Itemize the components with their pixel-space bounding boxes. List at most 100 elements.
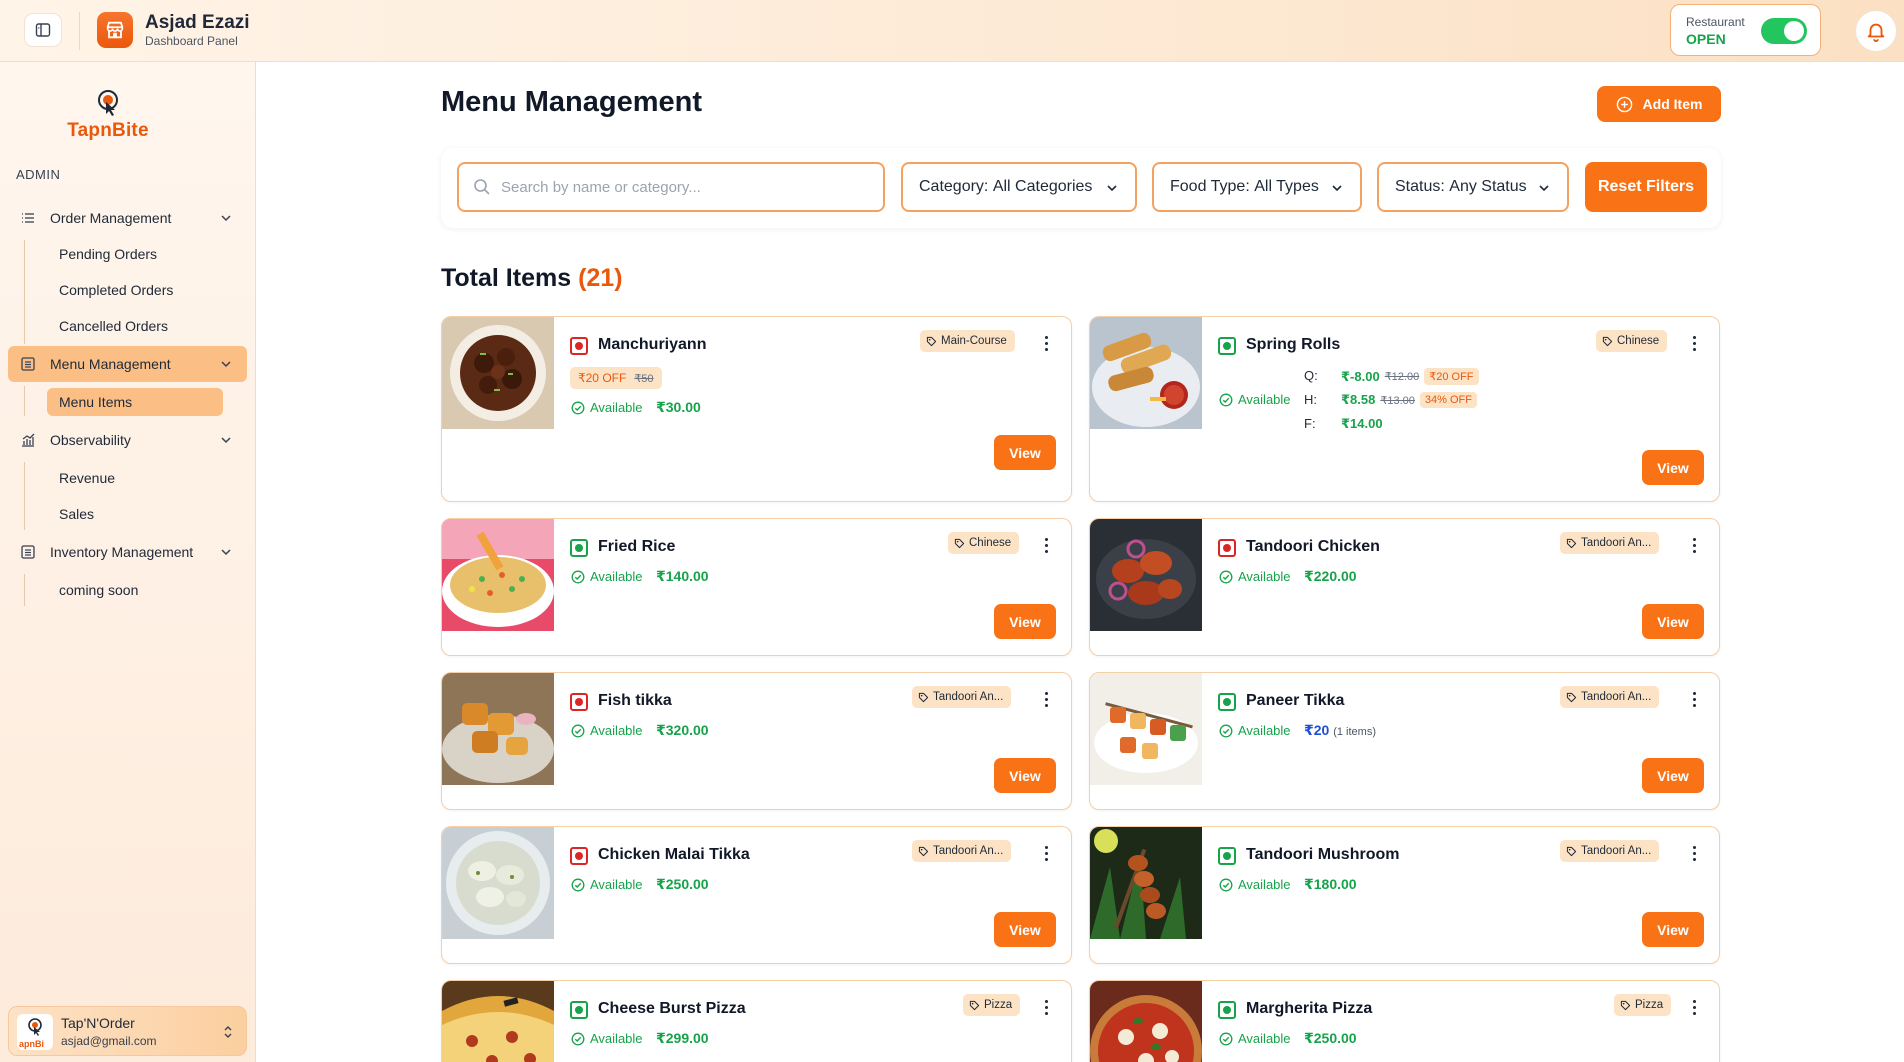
sidebar-toggle-icon [35,23,51,37]
sidebar-item-cancelled-orders[interactable]: Cancelled Orders [47,312,180,340]
submenu-line [24,462,25,530]
variant-label: Q: [1304,368,1318,383]
notifications-button[interactable] [1855,10,1897,52]
availability-label: Available [590,569,643,584]
sidebar-item-inventory-management[interactable]: Inventory Management [8,534,247,570]
menu-item-card: Spring Rolls Available Q: ₹-8.00 ₹12.00 … [1089,316,1720,502]
category-label: Tandoori An... [1581,691,1652,703]
category-label: Tandoori An... [933,845,1004,857]
view-button[interactable]: View [1642,604,1704,639]
total-items-label: Total Items [441,264,572,292]
sidebar-item-pending-orders[interactable]: Pending Orders [47,240,169,268]
user-subtitle: Dashboard Panel [145,34,238,48]
category-badge: Tandoori An... [1560,532,1660,554]
view-button[interactable]: View [994,435,1056,470]
sidebar-item-completed-orders[interactable]: Completed Orders [47,276,185,304]
sidebar-item-coming-soon[interactable]: coming soon [47,576,150,604]
availability-status: Available [571,400,643,415]
veg-indicator-icon [570,1001,588,1019]
add-item-button[interactable]: Add Item [1597,86,1721,122]
filter-value: All Categories [992,178,1093,195]
more-options-icon[interactable] [1045,336,1049,354]
category-badge: Chinese [948,532,1020,554]
availability-status: Available [571,877,643,892]
check-circle-icon [1219,393,1233,407]
search-input[interactable] [501,178,881,196]
menu-item-card: Fried Rice Available ₹140.00 Chinese Vie… [441,518,1072,656]
more-options-icon[interactable] [1693,336,1697,354]
item-price: ₹299.00 [656,1030,709,1046]
view-button[interactable]: View [994,912,1056,947]
availability-label: Available [590,723,643,738]
category-label: Tandoori An... [933,691,1004,703]
non-veg-indicator-icon [570,847,588,865]
food-image-manchurian [442,317,554,429]
chart-icon [20,432,36,448]
availability-status: Available [1219,877,1291,892]
sidebar-item-revenue[interactable]: Revenue [47,464,127,492]
chevron-down-icon [1539,185,1549,192]
logo-icon [98,90,118,116]
toggle-knob [1784,21,1804,41]
availability-label: Available [1238,392,1291,407]
menu-item-card: Cheese Burst Pizza Available ₹299.00 Piz… [441,980,1072,1062]
more-options-icon[interactable] [1045,1000,1049,1018]
food-image-paneer-tikka [1090,673,1202,785]
logo-text: TapnBite [60,120,156,142]
variant-price-value: ₹14.00 [1341,416,1383,431]
view-button[interactable]: View [1642,912,1704,947]
sidebar-item-menu-items[interactable]: Menu Items [47,388,223,416]
sidebar-item-order-management[interactable]: Order Management [8,200,247,236]
view-button[interactable]: View [994,604,1056,639]
sidebar-item-sales[interactable]: Sales [47,500,106,528]
category-label: Pizza [984,999,1013,1011]
sidebar-item-observability[interactable]: Observability [8,422,247,458]
veg-indicator-icon [1218,337,1236,355]
variant-original-price: ₹12.00 [1384,371,1420,383]
add-item-label: Add Item [1642,96,1703,112]
tag-icon [954,538,965,549]
chevron-down-icon [221,361,231,368]
veg-indicator-icon [570,539,588,557]
food-image-cheese-burst-pizza [442,981,554,1062]
check-circle-icon [1219,570,1233,584]
variant-price: ₹14.00 [1341,416,1383,432]
topbar-user: Asjad Ezazi Dashboard Panel [145,12,250,49]
topbar-divider [79,12,80,50]
category-badge: Main-Course [920,330,1015,352]
status-value: OPEN [1686,31,1726,47]
list-icon [20,210,36,226]
item-name: Chicken Malai Tikka [598,846,750,863]
view-button[interactable]: View [1642,758,1704,793]
more-options-icon[interactable] [1045,692,1049,710]
item-name: Margherita Pizza [1246,1000,1373,1017]
food-type-filter-select[interactable]: Food Type: All Types [1152,162,1362,212]
more-options-icon[interactable] [1693,538,1697,556]
more-options-icon[interactable] [1693,692,1697,710]
variant-label: F: [1304,416,1316,431]
veg-indicator-icon [1218,1001,1236,1019]
check-circle-icon [571,878,585,892]
tapnbite-logo[interactable]: TapnBite [60,88,156,142]
view-button[interactable]: View [1642,450,1704,485]
more-options-icon[interactable] [1693,846,1697,864]
restaurant-open-toggle[interactable] [1761,18,1807,44]
tag-icon [1620,1000,1631,1011]
more-options-icon[interactable] [1045,846,1049,864]
tag-icon [1566,692,1577,703]
sidebar-toggle-button[interactable] [24,13,62,47]
more-options-icon[interactable] [1693,1000,1697,1018]
food-image-tandoori-mushroom [1090,827,1202,939]
filter-value: All Types [1254,178,1319,195]
sidebar-item-menu-management[interactable]: Menu Management [8,346,247,382]
more-options-icon[interactable] [1045,538,1049,556]
total-items-count: (21) [578,264,623,292]
reset-filters-button[interactable]: Reset Filters [1585,162,1707,212]
category-filter-select[interactable]: Category: All Categories [901,162,1137,212]
category-badge: Tandoori An... [912,840,1012,862]
svg-text:apnBi: apnBi [19,1039,44,1049]
view-button[interactable]: View [994,758,1056,793]
plus-circle-icon [1616,96,1632,112]
status-filter-select[interactable]: Status: Any Status [1377,162,1569,212]
profile-card[interactable]: apnBi Tap'N'Order asjad@gmail.com [8,1006,247,1056]
